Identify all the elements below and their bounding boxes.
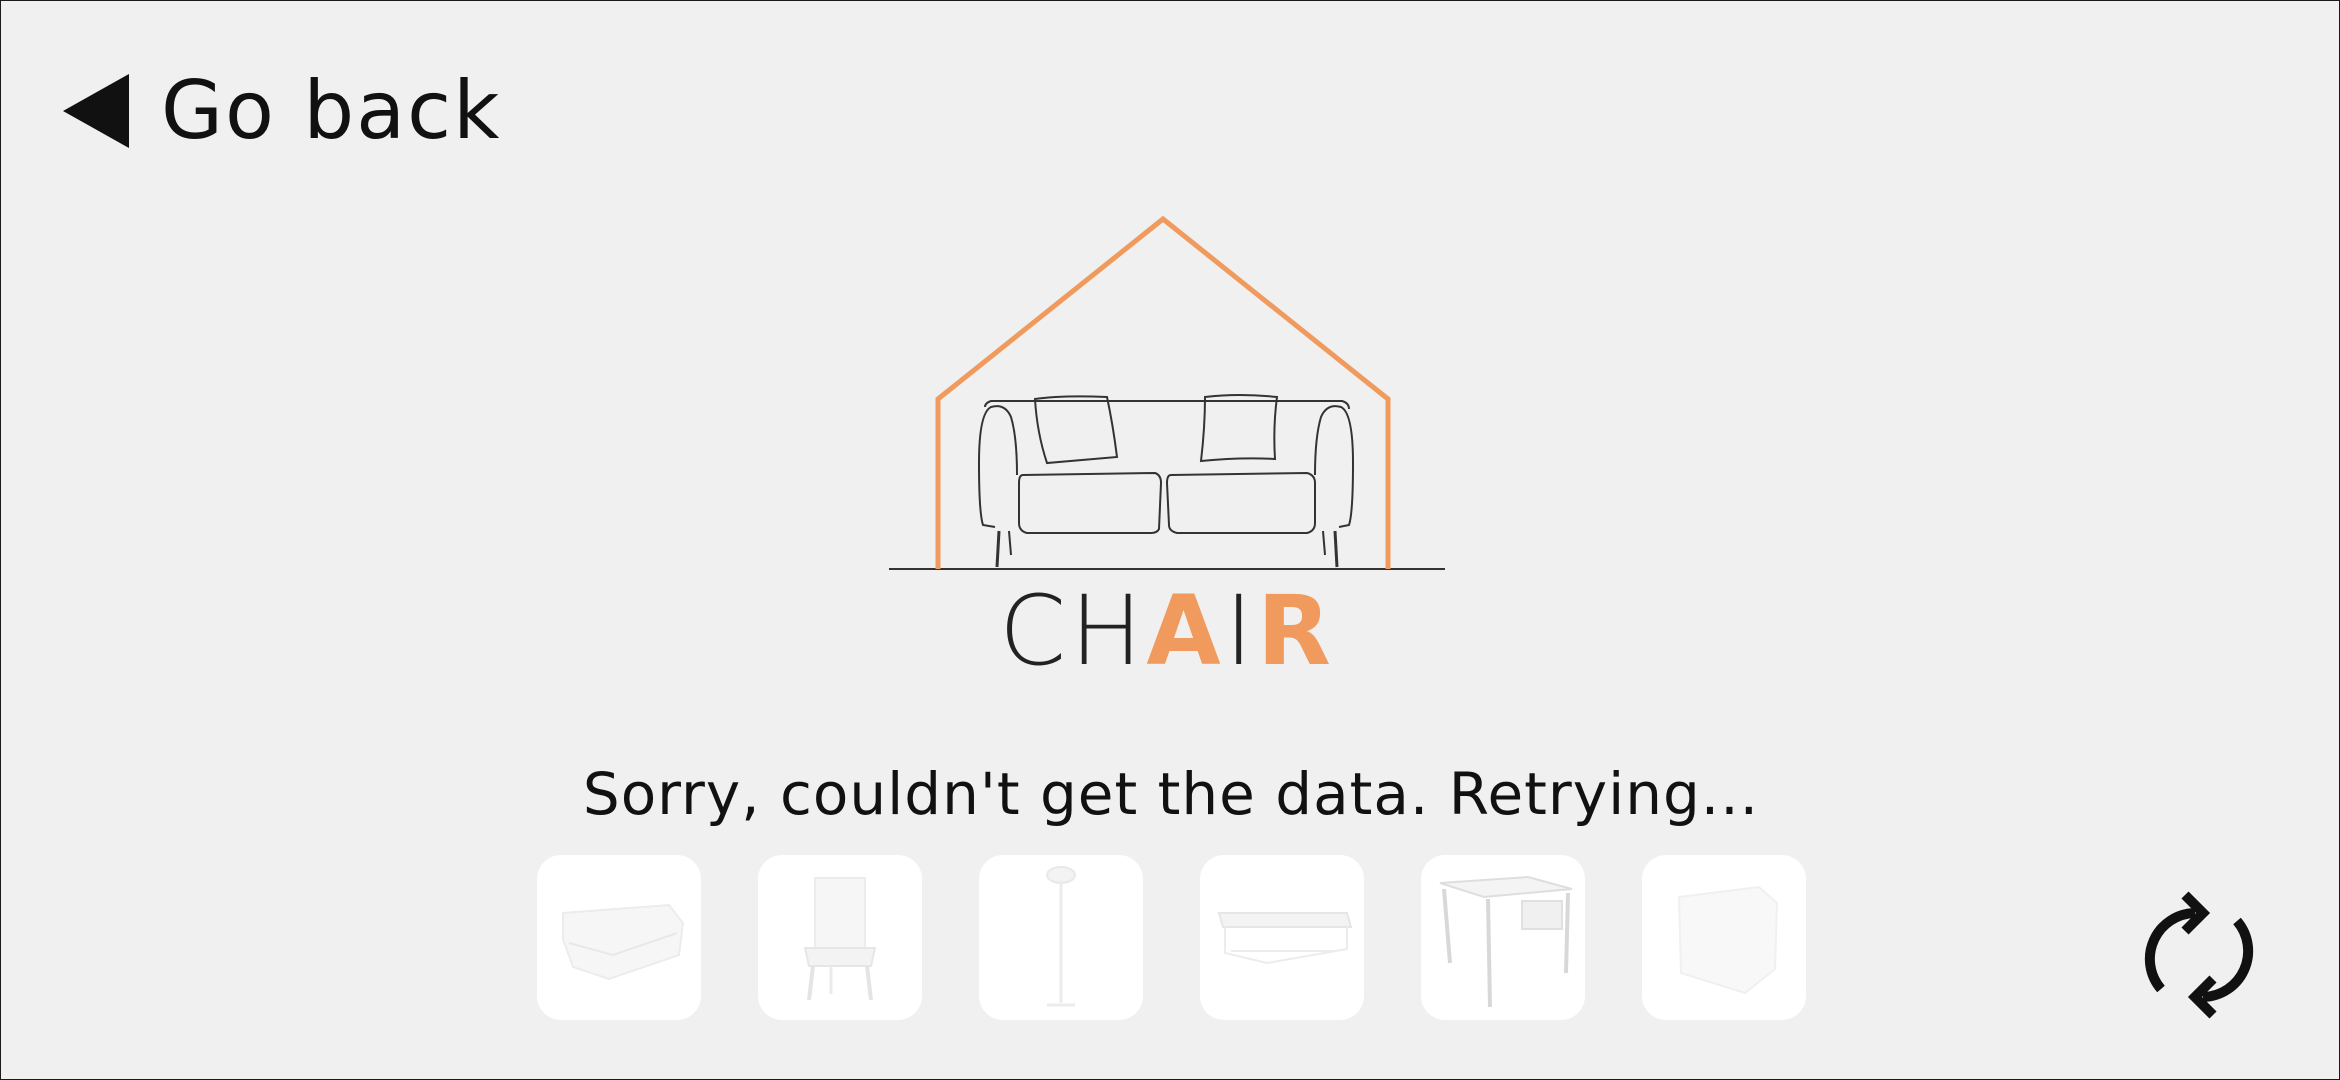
- floor-lamp-icon: [1046, 865, 1076, 1006]
- app-screen: Go back CHAIR Sorry, couldn't get the da…: [0, 0, 2340, 1080]
- category-desk[interactable]: [1421, 855, 1585, 1020]
- category-table[interactable]: [1200, 855, 1364, 1020]
- desk-icon: [1439, 875, 1573, 1007]
- go-back-label: Go back: [161, 64, 502, 157]
- refresh-icon: [2144, 891, 2254, 1019]
- triangle-left-icon: [63, 74, 129, 148]
- logo-word-ch: CH: [999, 575, 1147, 687]
- logo-wordmark: CHAIR: [887, 583, 1447, 679]
- status-message: Sorry, couldn't get the data. Retrying..…: [582, 760, 1760, 828]
- logo-word-r: R: [1256, 575, 1335, 687]
- house-sofa-logo-icon: [889, 215, 1445, 570]
- cabinet-icon: [1677, 885, 1779, 994]
- category-chair[interactable]: [758, 855, 922, 1020]
- logo-word-i: I: [1224, 575, 1257, 687]
- logo-word-a: A: [1146, 575, 1225, 687]
- sofa-icon: [562, 903, 685, 980]
- chair-icon: [803, 876, 877, 1000]
- category-sofa[interactable]: [537, 855, 701, 1020]
- coffee-table-icon: [1217, 911, 1353, 964]
- category-thumbnails: [537, 855, 1806, 1020]
- category-cabinet[interactable]: [1642, 855, 1806, 1020]
- go-back-button[interactable]: Go back: [63, 63, 501, 159]
- chair-logo: CHAIR: [887, 213, 1447, 688]
- category-lamp[interactable]: [979, 855, 1143, 1020]
- refresh-button[interactable]: [2137, 885, 2261, 1025]
